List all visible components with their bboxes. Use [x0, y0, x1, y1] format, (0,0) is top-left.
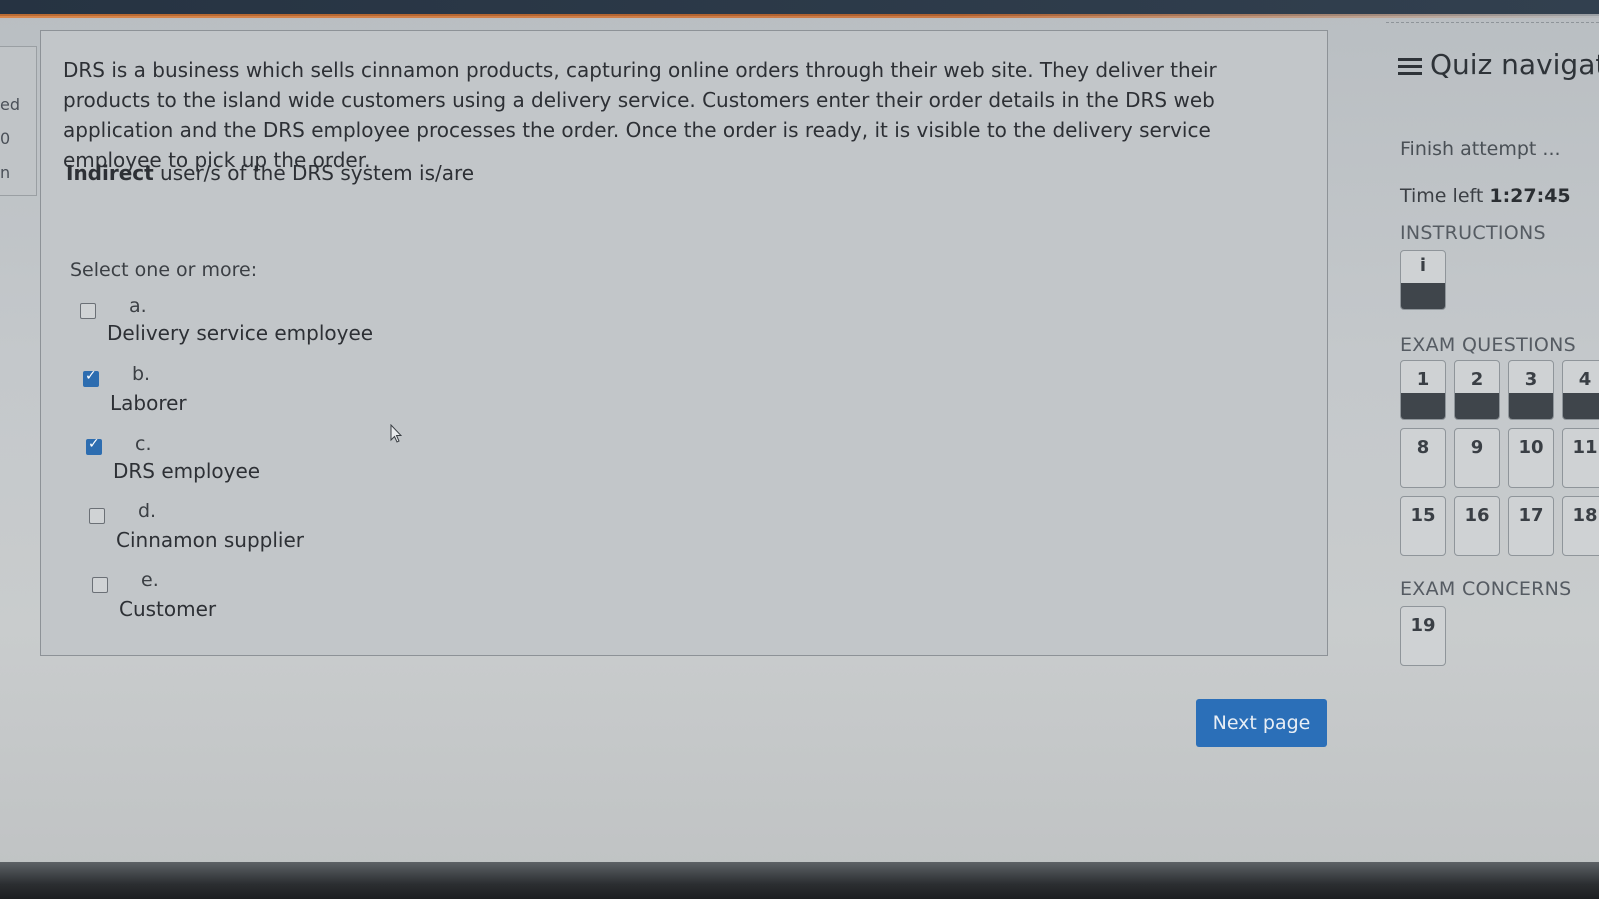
question-number: 18: [1572, 505, 1598, 526]
checkbox-d[interactable]: [89, 508, 105, 524]
exam-concerns-heading: EXAM CONCERNS: [1400, 578, 1572, 600]
mouse-cursor-icon: [390, 424, 402, 443]
option-label: Delivery service employee: [107, 321, 374, 345]
side-stub-text-3: n: [0, 163, 11, 182]
quiz-navigation-label: Quiz navigat: [1430, 48, 1599, 81]
option-c[interactable]: c. DRS employee: [41, 429, 641, 489]
time-left-value: 1:27:45: [1489, 185, 1571, 207]
question-number: 2: [1470, 369, 1484, 390]
hamburger-menu-icon[interactable]: [1398, 54, 1422, 79]
checkbox-b[interactable]: [83, 368, 99, 387]
question-nav-1[interactable]: 1: [1400, 360, 1446, 420]
question-number: 9: [1470, 437, 1484, 458]
left-side-panel-stub: ed 0 n: [0, 46, 37, 196]
top-accent-line: [0, 14, 1599, 18]
option-label: DRS employee: [113, 459, 261, 483]
question-nav-9[interactable]: 9: [1454, 428, 1500, 488]
question-number: 1: [1416, 369, 1430, 390]
time-left: Time left 1:27:45: [1400, 185, 1571, 207]
question-number: 11: [1572, 437, 1598, 458]
checkbox-e[interactable]: [92, 577, 108, 593]
screen-bottom-bezel: [0, 862, 1599, 899]
option-letter: a.: [129, 295, 147, 317]
option-label: Cinnamon supplier: [116, 528, 305, 552]
question-number: 15: [1410, 505, 1436, 526]
finish-attempt-link[interactable]: Finish attempt ...: [1400, 138, 1561, 160]
question-nav-11[interactable]: 11: [1562, 428, 1599, 488]
question-number: 19: [1410, 615, 1436, 636]
option-letter: e.: [141, 569, 159, 591]
question-nav-3[interactable]: 3: [1508, 360, 1554, 420]
time-left-label: Time left: [1400, 185, 1490, 207]
question-nav-18[interactable]: 18: [1562, 496, 1599, 556]
option-e[interactable]: e. Customer: [41, 567, 641, 627]
question-nav-16[interactable]: 16: [1454, 496, 1500, 556]
option-b[interactable]: b. Laborer: [41, 361, 641, 421]
option-label: Laborer: [110, 391, 187, 415]
checkbox-a[interactable]: [80, 303, 96, 319]
question-nav-4[interactable]: 4: [1562, 360, 1599, 420]
question-nav-19[interactable]: 19: [1400, 606, 1446, 666]
option-letter: c.: [135, 433, 152, 455]
question-number: 3: [1524, 369, 1538, 390]
question-number: 4: [1578, 369, 1592, 390]
question-number: 17: [1518, 505, 1544, 526]
question-text: DRS is a business which sells cinnamon p…: [63, 58, 1217, 172]
question-nav-15[interactable]: 15: [1400, 496, 1446, 556]
nav-divider: [1386, 22, 1599, 23]
instructions-button[interactable]: i: [1400, 250, 1446, 310]
question-prompt: Indirect user/s of the DRS system is/are: [66, 161, 474, 185]
answered-fill: [1401, 283, 1445, 309]
option-letter: d.: [138, 500, 157, 522]
exam-questions-heading: EXAM QUESTIONS: [1400, 334, 1577, 356]
question-nav-2[interactable]: 2: [1454, 360, 1500, 420]
prompt-bold-word: Indirect: [66, 161, 154, 185]
side-stub-text-2: 0: [0, 129, 11, 148]
option-label: Customer: [119, 597, 217, 621]
answered-fill: [1509, 393, 1553, 419]
question-nav-10[interactable]: 10: [1508, 428, 1554, 488]
question-card: DRS is a business which sells cinnamon p…: [40, 30, 1328, 656]
question-number: 16: [1464, 505, 1490, 526]
prompt-rest: user/s of the DRS system is/are: [153, 161, 475, 185]
side-stub-text-1: ed: [0, 95, 20, 114]
quiz-navigation-title: Quiz navigat: [1398, 48, 1599, 81]
option-d[interactable]: d. Cinnamon supplier: [41, 498, 641, 558]
answered-fill: [1401, 393, 1445, 419]
option-letter: b.: [132, 363, 151, 385]
question-number: 10: [1518, 437, 1544, 458]
question-number: 8: [1416, 437, 1430, 458]
select-instruction: Select one or more:: [70, 259, 258, 281]
question-nav-17[interactable]: 17: [1508, 496, 1554, 556]
next-page-button[interactable]: Next page: [1196, 699, 1327, 747]
answered-fill: [1563, 393, 1599, 419]
instructions-heading: INSTRUCTIONS: [1400, 222, 1546, 244]
checkbox-c[interactable]: [86, 436, 102, 455]
answered-fill: [1455, 393, 1499, 419]
question-nav-8[interactable]: 8: [1400, 428, 1446, 488]
option-a[interactable]: a. Delivery service employee: [41, 293, 641, 353]
info-icon: i: [1419, 255, 1427, 276]
